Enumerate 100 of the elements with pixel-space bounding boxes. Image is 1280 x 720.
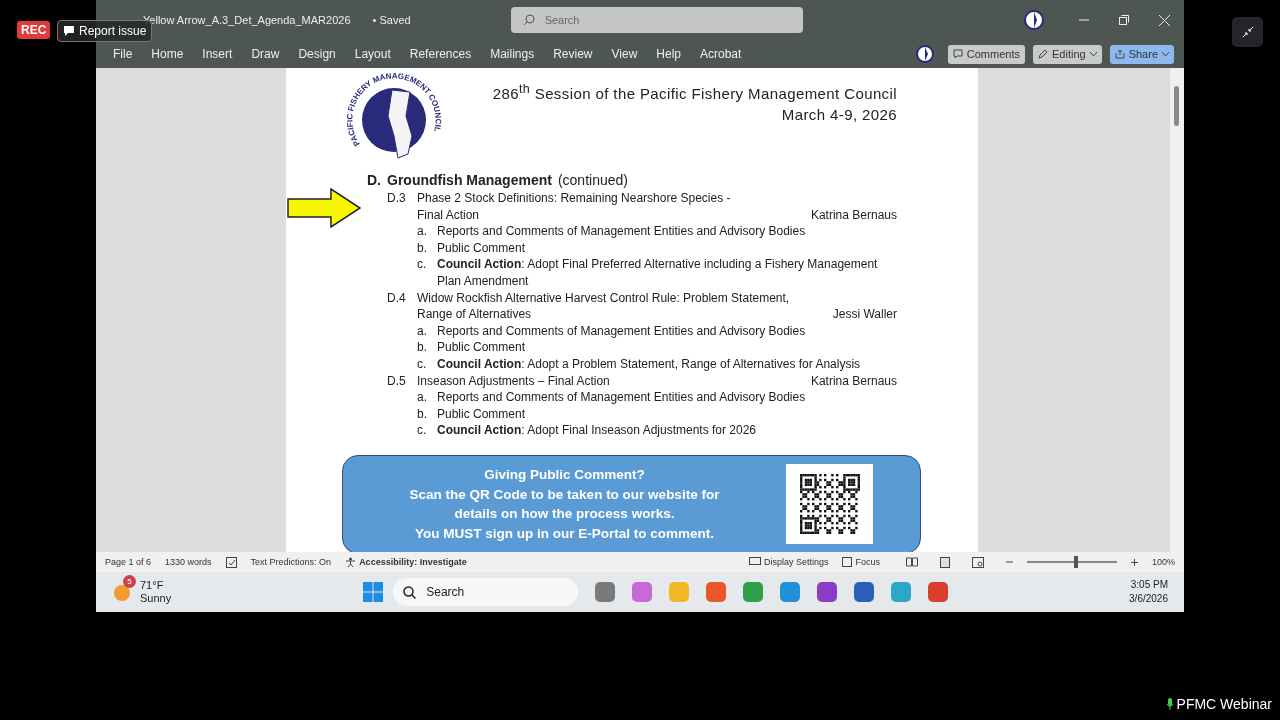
display-settings[interactable]: Display Settings [763, 557, 829, 567]
start-icon[interactable] [363, 582, 384, 602]
search-icon [403, 585, 417, 599]
app-icon[interactable] [595, 582, 616, 602]
text-predictions[interactable]: Text Predictions: On [250, 557, 332, 567]
taskbar-search[interactable]: Search [393, 578, 579, 606]
clock-date[interactable]: 3/6/2026 [1129, 592, 1168, 606]
ribbon-tab[interactable]: Help [656, 47, 681, 61]
recording-badge: REC [17, 21, 51, 39]
list-letter: b. [417, 239, 428, 257]
share-icon [1114, 49, 1125, 59]
accessibility-icon[interactable] [345, 556, 357, 568]
agenda-subitem: Council Action: Adopt a Problem Statement, Range of Alternatives for Analysis [437, 355, 862, 373]
agenda-subitem: Reports and Comments of Management Entities and Advisory Bodies [437, 389, 807, 406]
comments-button[interactable]: Comments [947, 44, 1025, 64]
display-icon[interactable] [748, 557, 761, 567]
ribbon-tab[interactable]: Layout [354, 47, 391, 61]
presenter-name: Katrina Bernaus [810, 206, 897, 224]
restore-icon [1119, 15, 1129, 25]
close-icon [1158, 14, 1170, 26]
agenda-number: D.5 [387, 372, 407, 390]
collapse-icon [1241, 26, 1254, 38]
app-icon[interactable] [817, 582, 838, 602]
app-icon[interactable] [854, 582, 875, 602]
read-mode-icon[interactable] [905, 557, 918, 567]
agenda-item-title: Range of Alternatives [417, 306, 532, 323]
app-icon[interactable] [632, 582, 653, 602]
share-button[interactable]: Share [1109, 44, 1174, 64]
search-icon [522, 14, 535, 26]
section-letter: D. [367, 172, 381, 190]
pencil-icon [1038, 49, 1048, 59]
app-icon[interactable] [743, 582, 764, 602]
word-count[interactable]: 1330 words [165, 557, 212, 567]
agenda-subitem: Public Comment [437, 405, 527, 423]
caret-icon [1089, 51, 1097, 57]
agenda-item-title: Phase 2 Stock Definitions: Remaining Nearshore Species - [417, 190, 732, 207]
agenda-subitem: Public Comment [437, 339, 527, 356]
proofing-icon[interactable] [225, 556, 237, 568]
app-icon[interactable] [780, 582, 801, 602]
agenda-subitem: Public Comment [437, 239, 527, 257]
callout-text: details on how the process works. [454, 505, 675, 524]
agenda-subitem: Council Action: Adopt Final Preferred Alternative including a Fishery Management Plan Amendment [437, 256, 879, 290]
weather-icon[interactable] [112, 582, 132, 602]
focus-icon[interactable] [842, 557, 853, 567]
zoom-in[interactable] [1130, 558, 1138, 566]
comment-icon [63, 25, 75, 37]
list-letter: c. [417, 422, 428, 439]
zoom-level[interactable]: 100% [1151, 557, 1175, 567]
webinar-label: PFMC Webinar [1165, 696, 1272, 712]
list-letter: a. [417, 223, 428, 240]
caret-icon [1162, 51, 1169, 57]
callout-text: Scan the QR Code to be taken to our website for [409, 485, 720, 504]
agenda-item-title: Widow Rockfish Alternative Harvest Control Rule: Problem Statement, [417, 289, 791, 307]
agenda-subitem: Reports and Comments of Management Entities and Advisory Bodies [437, 322, 807, 340]
list-letter: b. [417, 339, 428, 356]
ribbon-tab[interactable]: Design [298, 47, 336, 61]
clock-time[interactable]: 3:05 PM [1130, 578, 1168, 592]
list-letter: b. [417, 405, 428, 423]
scrollbar[interactable] [1170, 68, 1184, 552]
agenda-item-title: Final Action [417, 206, 480, 224]
agenda-subitem: Council Action: Adopt Final Inseason Adjustments for 2026 [437, 422, 758, 439]
callout-text: Giving Public Comment? [484, 466, 645, 485]
agenda-heading: 286$^{th}$ Session of the Pacific Fishery Management Council [492, 81, 897, 104]
collapse-button[interactable] [1232, 17, 1263, 47]
list-letter: a. [417, 322, 428, 340]
save-status[interactable]: • Saved [372, 14, 411, 26]
weather-condition[interactable]: Sunny [140, 592, 172, 605]
temperature[interactable]: 71°F [140, 579, 172, 592]
section-note: (continued) [557, 172, 628, 190]
agenda-heading: March 4-9, 2026 [781, 105, 897, 125]
ribbon-tab[interactable]: Insert [202, 47, 233, 61]
page-count[interactable]: Page 1 of 6 [105, 557, 152, 567]
ribbon-tab[interactable]: File [113, 47, 133, 61]
agenda-item-title: Inseason Adjustments – Final Action [417, 372, 610, 390]
presenter-name: Jessi Waller [832, 306, 897, 323]
ribbon-tab[interactable]: View [611, 47, 638, 61]
presenter-name: Katrina Bernaus [810, 372, 897, 390]
ribbon-tab[interactable]: Draw [251, 47, 280, 61]
agenda-subitem: Reports and Comments of Management Entities and Advisory Bodies [437, 223, 807, 240]
ribbon-tab[interactable]: References [409, 47, 472, 61]
agenda-number: D.4 [387, 289, 407, 307]
focus-mode[interactable]: Focus [855, 557, 880, 567]
callout-text: You MUST sign up in our E-Portal to comment. [415, 524, 714, 543]
list-letter: a. [417, 389, 428, 406]
ribbon-tab[interactable]: Mailings [490, 47, 535, 61]
list-letter: c. [417, 355, 428, 373]
agenda-number: D.3 [387, 190, 407, 207]
print-layout-icon[interactable] [939, 556, 950, 568]
ribbon-tab[interactable]: Acrobat [700, 47, 742, 61]
microphone-icon [1165, 698, 1174, 710]
list-letter: c. [417, 256, 428, 274]
section-title: Groundfish Management [387, 172, 552, 190]
ribbon-tab[interactable]: Home [151, 47, 184, 61]
editing-button[interactable]: Editing [1033, 44, 1102, 64]
notification-badge: 5 [123, 575, 136, 588]
ribbon-tab[interactable]: Review [553, 47, 593, 61]
web-layout-icon[interactable] [971, 556, 984, 568]
accessibility-status[interactable]: Accessibility: Investigate [359, 557, 467, 567]
app-icon[interactable] [928, 582, 949, 602]
app-icon[interactable] [706, 582, 727, 602]
